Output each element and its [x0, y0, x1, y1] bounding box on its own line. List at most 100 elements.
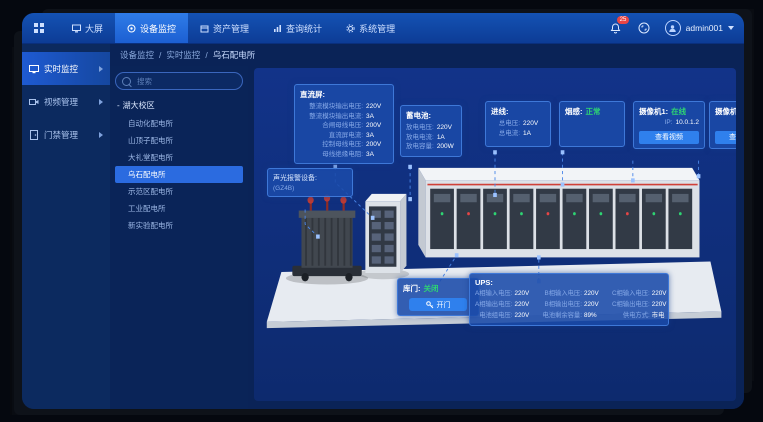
breadcrumb-separator: / — [159, 50, 161, 60]
door-label: 库门: — [403, 283, 421, 294]
metric-value: 220V — [584, 300, 606, 310]
chevron-right-icon — [99, 132, 103, 138]
left-sidebar: 实时监控 视频管理 门禁管理 — [22, 44, 110, 409]
navbar-right: 25 admin001 — [609, 20, 734, 36]
metric-label: C相输入电压: — [612, 289, 650, 299]
metric-value: 市电 — [652, 311, 674, 321]
view-video-button[interactable]: 查看视频 — [715, 131, 736, 144]
nav-item-dashboard[interactable]: 大屏 — [60, 13, 115, 43]
sidebar-item-realtime-monitoring[interactable]: 实时监控 — [22, 52, 110, 85]
nav-item-label: 资产管理 — [213, 22, 249, 35]
metric-value: 200V — [366, 121, 388, 131]
sidebar-item-access-control[interactable]: 门禁管理 — [22, 118, 110, 151]
metric-label: B相输入电压: — [542, 289, 582, 299]
battery-panel-title: 蓄电池: — [406, 110, 456, 121]
metric-value: 220V — [584, 289, 606, 299]
breadcrumb-item-current: 乌石配电所 — [213, 49, 256, 61]
metric-label: 合闸母线电压: — [300, 121, 363, 131]
tree-item[interactable]: 工业配电所 — [115, 200, 243, 217]
alarm-device-card: 声光报警设备: (GZ4B) — [267, 168, 353, 197]
realtime-monitor-icon — [29, 64, 39, 74]
door-card: 库门: 关闭 开门 — [397, 278, 479, 316]
tree-root-label: 湖大校区 — [123, 100, 155, 111]
metric-label: A相输出电压: — [475, 300, 512, 310]
video-camera-icon — [29, 97, 39, 107]
metric-value: 200W — [437, 142, 459, 152]
metric-label: 电池组电压: — [475, 311, 512, 321]
camera1-title: 摄像机1: — [639, 106, 668, 117]
nav-item-label: 查询统计 — [286, 22, 322, 35]
monitor-icon — [127, 24, 136, 33]
metric-value: 200V — [366, 140, 388, 150]
key-icon — [426, 301, 434, 309]
battery-panel-card: 蓄电池: 放电电压:220V 放电电流:1A 放电容量:200W — [400, 105, 462, 157]
nav-item-device-monitoring[interactable]: 设备监控 — [115, 13, 188, 43]
incoming-line-card: 进线: 总电压:220V 总电流:1A — [485, 101, 551, 147]
smoke-sensor-card: 烟感: 正常 — [559, 101, 625, 147]
metric-label: 放电电流: — [406, 133, 434, 143]
tree-item[interactable]: 山顶子配电所 — [115, 132, 243, 149]
tree-item-selected[interactable]: 乌石配电所 — [115, 166, 243, 183]
tree-item[interactable]: 新实验配电所 — [115, 217, 243, 234]
metric-value: 220V — [514, 300, 536, 310]
smoke-title: 烟感: — [565, 106, 583, 117]
metric-label: 直流屏电流: — [300, 131, 363, 141]
notification-badge: 25 — [617, 16, 630, 24]
metric-label: 母线绝缘电阻: — [300, 150, 363, 160]
notification-bell-icon[interactable]: 25 — [609, 21, 623, 35]
metric-value: 220V — [437, 123, 459, 133]
nav-item-label: 大屏 — [85, 22, 103, 35]
dc-panel-card: 直流屏: 整流模块输出电压:220V 整流模块输出电流:3A 合闸母线电压:20… — [294, 84, 394, 164]
metric-label: C相输出电压: — [612, 300, 650, 310]
metric-value: 1A — [523, 129, 545, 139]
fullscreen-icon[interactable] — [637, 21, 651, 35]
nav-item-query-stats[interactable]: 查询统计 — [261, 13, 334, 43]
logo-icon — [32, 21, 46, 35]
dc-panel-title: 直流屏: — [300, 89, 388, 100]
metric-value: 220V — [366, 102, 388, 112]
ip-value: 10.0.1.2 — [676, 118, 700, 128]
box-icon — [200, 24, 209, 33]
metric-label: 放电电压: — [406, 123, 434, 133]
metric-value: 3A — [366, 131, 388, 141]
sidebar-item-video-management[interactable]: 视频管理 — [22, 85, 110, 118]
metric-label: A相输入电压: — [475, 289, 512, 299]
nav-item-assets[interactable]: 资产管理 — [188, 13, 261, 43]
metric-value: 220V — [652, 289, 674, 299]
ip-label: IP: — [715, 118, 736, 128]
chevron-down-icon — [728, 26, 734, 30]
metric-label: 供电方式: — [612, 311, 650, 321]
open-door-label: 开门 — [437, 300, 451, 310]
nav-item-label: 系统管理 — [359, 22, 395, 35]
sidebar-item-label: 门禁管理 — [44, 129, 78, 141]
nav-item-system[interactable]: 系统管理 — [334, 13, 407, 43]
ups-title: UPS: — [475, 278, 663, 287]
breadcrumb-item[interactable]: 设备监控 — [120, 49, 154, 61]
gear-icon — [346, 24, 355, 33]
open-door-button[interactable]: 开门 — [409, 298, 467, 311]
metric-value: 220V — [514, 289, 536, 299]
sidebar-item-label: 实时监控 — [44, 63, 78, 75]
tree-root-node[interactable]: - 湖大校区 — [117, 100, 243, 111]
breadcrumb-item[interactable]: 实时监控 — [166, 49, 200, 61]
username: admin001 — [686, 23, 723, 33]
station-tree-panel: - 湖大校区 自动化配电所 山顶子配电所 大礼堂配电所 乌石配电所 示范区配电所… — [110, 66, 248, 409]
metric-label: 放电容量: — [406, 142, 434, 152]
avatar — [665, 20, 681, 36]
breadcrumb: 设备监控 / 实时监控 / 乌石配电所 — [110, 44, 744, 66]
tree-item[interactable]: 大礼堂配电所 — [115, 149, 243, 166]
chevron-right-icon — [99, 66, 103, 72]
search-input[interactable] — [135, 76, 236, 87]
tree-item[interactable]: 自动化配电所 — [115, 115, 243, 132]
tree-item[interactable]: 示范区配电所 — [115, 183, 243, 200]
metric-value: 3A — [366, 112, 388, 122]
view-video-button[interactable]: 查看视频 — [639, 131, 699, 144]
metric-value: 89% — [584, 311, 606, 321]
chart-icon — [273, 24, 282, 33]
door-status: 关闭 — [424, 283, 439, 294]
metric-label: 整流模块输出电压: — [300, 102, 363, 112]
metric-value: 1A — [437, 133, 459, 143]
ip-label: IP: — [639, 118, 673, 128]
user-menu[interactable]: admin001 — [665, 20, 734, 36]
alarm-device-model: (GZ4B) — [273, 185, 347, 192]
